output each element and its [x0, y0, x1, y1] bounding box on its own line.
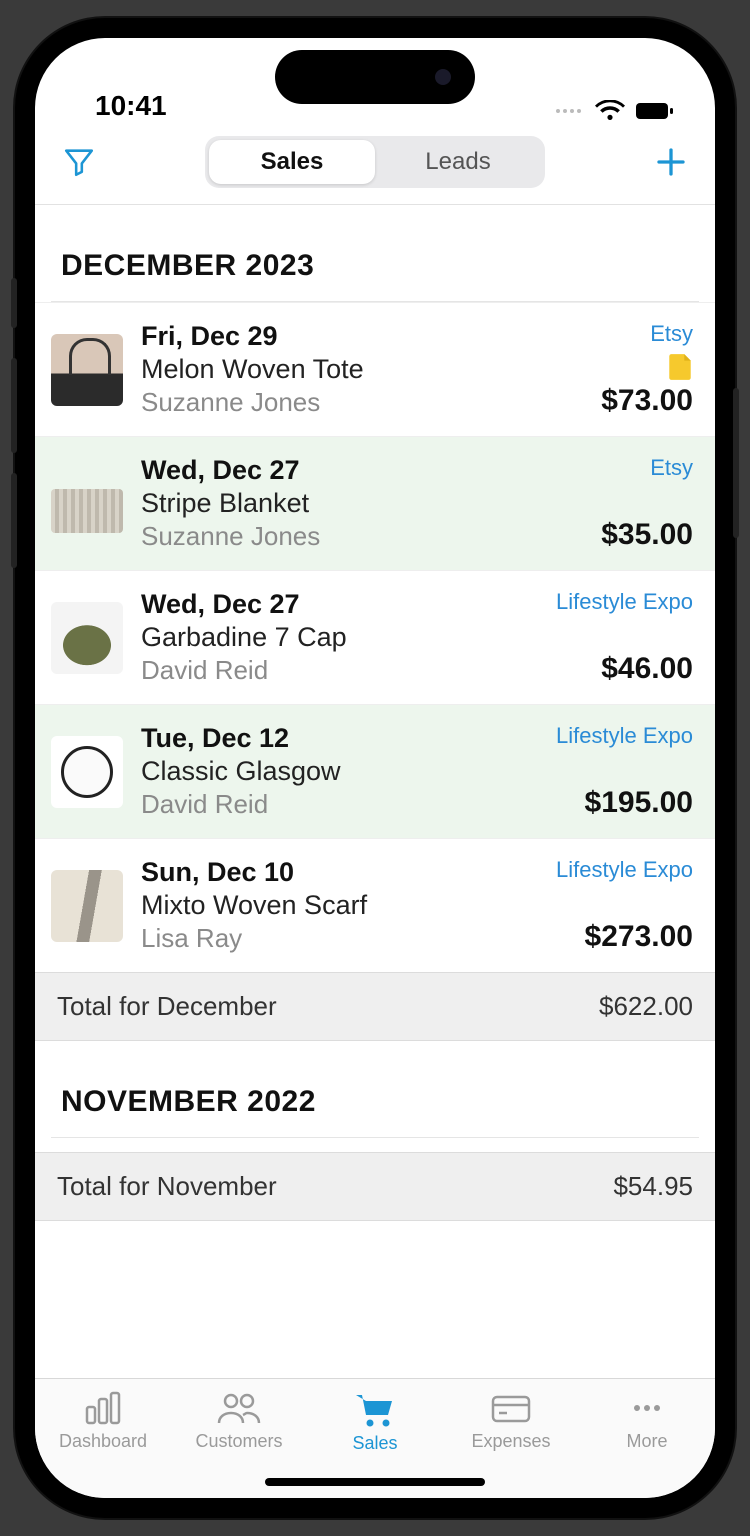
top-toolbar: Sales Leads [35, 128, 715, 205]
sale-row-right: Lifestyle Expo $195.00 [513, 723, 693, 820]
tab-more[interactable]: More [587, 1389, 707, 1452]
screen: 10:41 Sales Leads [35, 38, 715, 1498]
sale-row[interactable]: Fri, Dec 29 Melon Woven Tote Suzanne Jon… [35, 302, 715, 436]
sale-row-right: Lifestyle Expo $46.00 [513, 589, 693, 686]
tab-label: Sales [352, 1433, 397, 1454]
product-thumb [51, 736, 123, 808]
side-button [11, 278, 17, 328]
side-button [11, 358, 17, 453]
note-icon [667, 352, 693, 382]
tab-label: Expenses [471, 1431, 550, 1452]
sale-amount: $195.00 [585, 786, 693, 820]
tab-label: Dashboard [59, 1431, 147, 1452]
filter-button[interactable] [57, 140, 101, 184]
status-time: 10:41 [95, 90, 167, 122]
card-icon [487, 1389, 535, 1427]
sale-amount: $46.00 [601, 652, 693, 686]
product-thumb [51, 334, 123, 406]
sale-product: Mixto Woven Scarf [141, 890, 495, 921]
sale-source: Lifestyle Expo [556, 723, 693, 749]
phone-bezel: 10:41 Sales Leads [25, 28, 725, 1508]
sale-date: Wed, Dec 27 [141, 455, 495, 486]
sale-row-info: Tue, Dec 12 Classic Glasgow David Reid [141, 723, 495, 820]
product-thumb [51, 602, 123, 674]
sale-customer: David Reid [141, 789, 495, 820]
phone-frame: 10:41 Sales Leads [15, 18, 735, 1518]
sale-row-info: Fri, Dec 29 Melon Woven Tote Suzanne Jon… [141, 321, 495, 418]
sale-source: Lifestyle Expo [556, 857, 693, 883]
sale-row-info: Wed, Dec 27 Garbadine 7 Cap David Reid [141, 589, 495, 686]
sale-source: Lifestyle Expo [556, 589, 693, 615]
sale-product: Garbadine 7 Cap [141, 622, 495, 653]
sale-source: Etsy [650, 321, 693, 347]
sale-amount: $73.00 [601, 384, 693, 418]
tab-dashboard[interactable]: Dashboard [43, 1389, 163, 1452]
cell-dots-icon [556, 109, 581, 113]
section-total: Total for November $54.95 [35, 1152, 715, 1221]
cart-icon [352, 1389, 398, 1429]
tab-expenses[interactable]: Expenses [451, 1389, 571, 1452]
tab-sales[interactable]: Sales [209, 140, 375, 184]
side-button [11, 473, 17, 568]
ellipsis-icon [625, 1389, 669, 1427]
sale-row-right: Etsy $73.00 [513, 321, 693, 418]
sale-row-right: Etsy $35.00 [513, 455, 693, 552]
sale-product: Classic Glasgow [141, 756, 495, 787]
sales-list[interactable]: DECEMBER 2023 Fri, Dec 29 Melon Woven To… [35, 205, 715, 1378]
sale-row-right: Lifestyle Expo $273.00 [513, 857, 693, 954]
segmented-control: Sales Leads [205, 136, 545, 188]
product-thumb [51, 870, 123, 942]
section-total: Total for December $622.00 [35, 972, 715, 1041]
total-label: Total for November [57, 1171, 277, 1202]
sale-date: Wed, Dec 27 [141, 589, 495, 620]
status-right [556, 100, 675, 122]
wifi-icon [595, 100, 625, 122]
total-amount: $54.95 [613, 1171, 693, 1202]
sale-date: Sun, Dec 10 [141, 857, 495, 888]
battery-icon [635, 101, 675, 121]
sale-row[interactable]: Wed, Dec 27 Stripe Blanket Suzanne Jones… [35, 436, 715, 570]
sale-row-info: Wed, Dec 27 Stripe Blanket Suzanne Jones [141, 455, 495, 552]
sale-date: Fri, Dec 29 [141, 321, 495, 352]
sale-product: Melon Woven Tote [141, 354, 495, 385]
sale-customer: Suzanne Jones [141, 387, 495, 418]
tab-label: More [626, 1431, 667, 1452]
sale-date: Tue, Dec 12 [141, 723, 495, 754]
sale-row[interactable]: Wed, Dec 27 Garbadine 7 Cap David Reid L… [35, 570, 715, 704]
section-header: DECEMBER 2023 [35, 205, 715, 301]
section-header: NOVEMBER 2022 [35, 1041, 715, 1137]
home-indicator[interactable] [265, 1478, 485, 1486]
product-thumb [51, 489, 123, 533]
sale-amount: $273.00 [585, 920, 693, 954]
add-button[interactable] [649, 140, 693, 184]
sale-row[interactable]: Sun, Dec 10 Mixto Woven Scarf Lisa Ray L… [35, 838, 715, 972]
sale-product: Stripe Blanket [141, 488, 495, 519]
sale-customer: David Reid [141, 655, 495, 686]
plus-icon [653, 144, 689, 180]
sale-customer: Suzanne Jones [141, 521, 495, 552]
funnel-icon [62, 145, 96, 179]
sale-amount: $35.00 [601, 518, 693, 552]
sale-row-info: Sun, Dec 10 Mixto Woven Scarf Lisa Ray [141, 857, 495, 954]
sale-customer: Lisa Ray [141, 923, 495, 954]
tab-customers[interactable]: Customers [179, 1389, 299, 1452]
tab-sales-bottom[interactable]: Sales [315, 1389, 435, 1454]
bar-chart-icon [81, 1389, 125, 1427]
dynamic-island [275, 50, 475, 104]
total-label: Total for December [57, 991, 277, 1022]
tab-label: Customers [195, 1431, 282, 1452]
tab-leads[interactable]: Leads [375, 140, 541, 184]
divider [51, 1137, 699, 1138]
side-button [733, 388, 739, 538]
people-icon [215, 1389, 263, 1427]
sale-source: Etsy [650, 455, 693, 481]
total-amount: $622.00 [599, 991, 693, 1022]
sale-row[interactable]: Tue, Dec 12 Classic Glasgow David Reid L… [35, 704, 715, 838]
